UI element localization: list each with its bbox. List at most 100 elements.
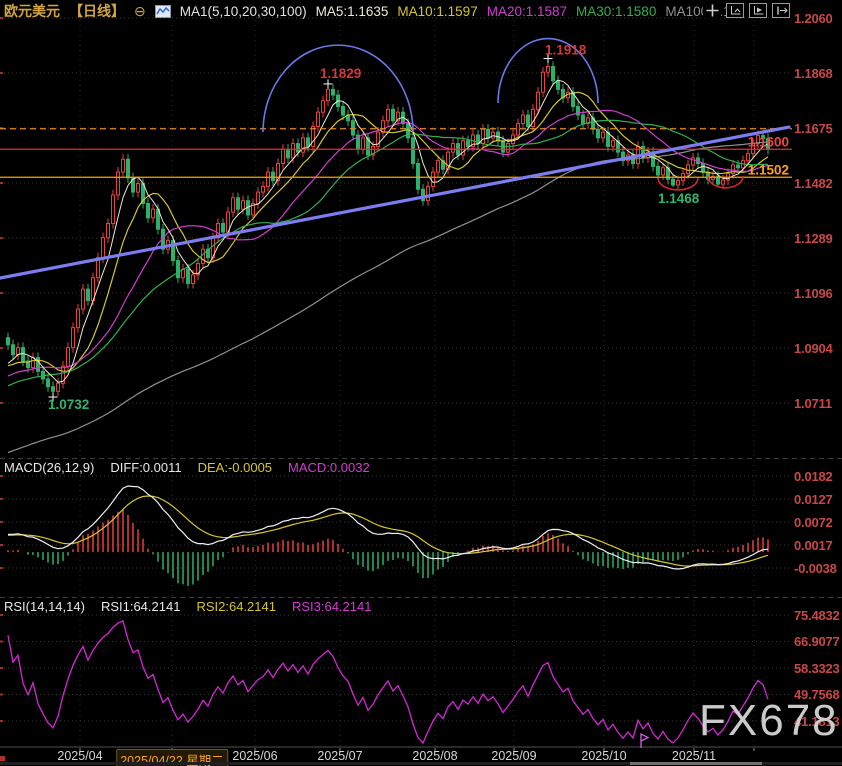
candle-body — [362, 138, 365, 149]
rsi-line — [8, 621, 768, 743]
candle-body — [242, 201, 245, 210]
candle-body — [202, 249, 205, 263]
candle-body — [662, 168, 665, 175]
candle-body — [72, 328, 75, 348]
playback-icon[interactable] — [749, 3, 767, 18]
left-axis-tick — [0, 667, 3, 669]
y-axis-label: 0.0072 — [794, 515, 833, 530]
x-axis-label: 2025/07 — [317, 749, 362, 763]
candle-body — [552, 67, 555, 81]
candle-body — [482, 129, 485, 143]
candle-body — [517, 124, 520, 135]
candle-body — [302, 138, 305, 152]
candle-body — [702, 164, 705, 173]
left-axis-tick — [0, 237, 3, 239]
scale-axis-icon[interactable] — [726, 3, 744, 18]
candle-body — [737, 165, 740, 168]
candle-body — [222, 223, 225, 232]
candle-body — [452, 144, 455, 153]
candle-body — [57, 383, 60, 391]
candle-body — [232, 198, 235, 212]
candle-body — [412, 138, 415, 164]
candle-body — [297, 144, 300, 153]
candle-body — [322, 101, 325, 112]
candle-body — [47, 379, 50, 387]
candle-body — [382, 121, 385, 132]
candle-body — [422, 189, 425, 200]
target-icon[interactable]: ⊖ — [134, 4, 146, 18]
macd-title: MACD(26,12,9) — [4, 460, 94, 475]
ma-settings-label: MA1(5,10,20,30,100) — [180, 4, 307, 19]
candle-body — [332, 89, 335, 95]
x-axis-label: 2025/11 — [672, 749, 716, 763]
candle-body — [137, 184, 140, 193]
price-annotation: 1.1918 — [545, 43, 587, 58]
y-axis-label: 49.7568 — [794, 687, 840, 702]
scrollbar-thumb[interactable] — [630, 762, 762, 765]
candle-body — [37, 358, 40, 372]
y-axis-label: 41.1813 — [794, 714, 840, 729]
period-label[interactable]: 【日线】 — [69, 1, 125, 21]
candle-body — [272, 172, 275, 181]
chart-toolbar — [703, 3, 790, 18]
axis-origin-marker — [0, 756, 5, 761]
candle-body — [7, 338, 10, 345]
pan-icon[interactable] — [703, 3, 721, 18]
price-axis: 1.20601.18681.16751.14821.12891.10961.09… — [794, 0, 842, 766]
candle-body — [17, 348, 20, 355]
ma20-value: MA20:1.1587 — [487, 4, 567, 19]
macd-dea-value: DEA:-0.0005 — [198, 460, 272, 475]
candle-body — [672, 179, 675, 185]
ma10-value: MA10:1.1597 — [397, 4, 477, 19]
rsi-label-row: RSI(14,14,14) RSI1:64.2141 RSI2:64.2141 … — [4, 599, 371, 614]
price-chart-canvas[interactable]: 1.16001.15021.18291.19181.07321.1468 — [0, 0, 842, 766]
rsi2-value: RSI2:64.2141 — [196, 599, 276, 614]
ma5-value: MA5:1.1635 — [316, 4, 389, 19]
ma100-line — [8, 142, 768, 453]
candle-body — [262, 186, 265, 192]
candle-body — [747, 154, 750, 161]
exit-chart-icon[interactable] — [772, 3, 790, 18]
candle-body — [417, 164, 420, 190]
candle-body — [352, 121, 355, 135]
y-axis-label: 0.0182 — [794, 469, 833, 484]
candle-body — [722, 180, 725, 184]
candle-body — [112, 195, 115, 224]
rsi1-value: RSI1:64.2141 — [101, 599, 181, 614]
y-axis-label: 75.4832 — [794, 608, 840, 623]
candle-body — [257, 192, 260, 203]
chart-type-icon[interactable] — [155, 5, 171, 18]
left-axis-tick — [0, 475, 3, 477]
chart-header: 欧元美元【日线】 ⊖ MA1(5,10,20,30,100) MA5:1.163… — [0, 0, 738, 22]
candle-body — [312, 126, 315, 146]
ma30-value: MA30:1.1580 — [576, 4, 656, 19]
rsi3-value: RSI3:64.2141 — [292, 599, 372, 614]
y-axis-label: 0.0017 — [794, 538, 833, 553]
candle-body — [52, 387, 55, 392]
chart-window: 1.16001.15021.18291.19181.07321.1468 欧元美… — [0, 0, 842, 766]
candle-body — [317, 112, 320, 126]
candle-body — [487, 129, 490, 138]
chart-type-icon-glyph — [155, 5, 171, 18]
candle-body — [602, 132, 605, 138]
candle-body — [22, 348, 25, 361]
left-axis-tick — [0, 614, 3, 616]
candle-body — [177, 261, 180, 278]
candle-body — [467, 141, 470, 147]
candle-body — [582, 115, 585, 124]
candle-body — [612, 141, 615, 147]
y-axis-label: 1.2060 — [794, 11, 833, 26]
macd-macd-value: MACD:0.0032 — [288, 460, 370, 475]
candle-body — [677, 181, 680, 185]
event-flag-icon[interactable] — [637, 729, 651, 749]
candle-body — [327, 89, 330, 100]
candle-body — [82, 289, 85, 309]
y-axis-label: 1.0711 — [794, 396, 832, 411]
scrollbar-track — [0, 762, 842, 765]
candle-body — [432, 172, 435, 186]
candle-body — [267, 172, 270, 186]
x-axis-label: 2025/08 — [412, 749, 457, 763]
macd-label-row: MACD(26,12,9) DIFF:0.0011 DEA:-0.0005 MA… — [4, 460, 370, 475]
candle-body — [292, 144, 295, 158]
x-axis-label: 2025/10 — [581, 749, 626, 763]
